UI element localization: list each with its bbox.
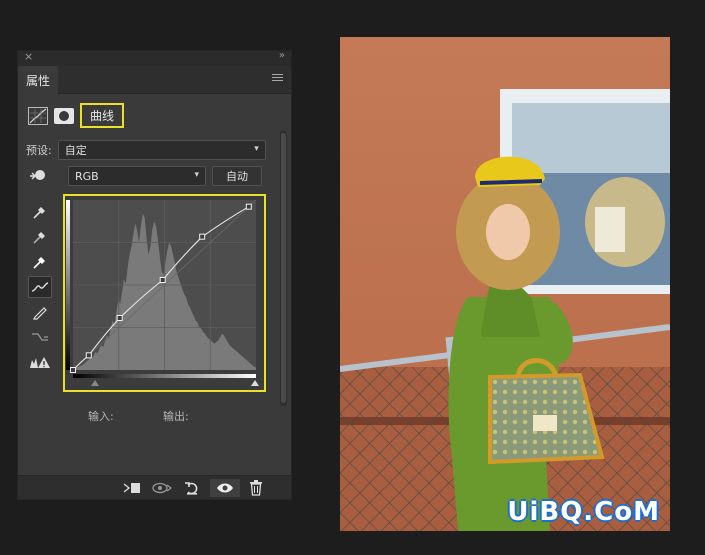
auto-button[interactable]: 自动 [212,166,262,186]
channel-select[interactable]: RGB ▾ [68,166,206,186]
curve-control-point[interactable] [85,352,92,359]
output-label: 输出: [163,410,189,423]
collapse-icon[interactable]: » [279,50,285,61]
curve-tools [28,201,54,376]
chevron-down-icon: ▾ [194,170,199,180]
panel-scrollbar[interactable] [280,131,287,406]
layer-mask-icon[interactable] [54,107,74,124]
preset-row: 预设: 自定 ▾ [26,140,266,160]
clip-to-layer-icon[interactable] [122,479,142,497]
panel-menu-icon[interactable] [272,74,283,83]
preset-label: 预设: [26,144,52,157]
curve-control-point[interactable] [159,277,166,283]
preset-value: 自定 [64,144,87,157]
panel-tabbar: 属性 [18,66,291,94]
pencil-icon[interactable] [28,301,52,323]
reset-icon[interactable] [182,479,202,497]
view-previous-icon[interactable] [152,479,172,497]
input-label: 输入: [88,410,114,423]
clipping-warning-icon[interactable] [28,351,52,373]
curve-control-point[interactable] [245,203,252,210]
curves-adjustment-icon [28,106,48,125]
input-gradient-bar [73,374,256,378]
curve-point-icon[interactable] [28,276,52,298]
output-gradient-bar [66,200,70,370]
watermark-logo: UiBQ.CoM [507,497,660,527]
properties-panel: × » 属性 曲线 预设: 自定 ▾ RGB ▾ 自动 输入: 输出: [17,50,292,500]
preset-select[interactable]: 自定 ▾ [57,140,266,160]
trash-icon[interactable] [246,479,266,497]
curve-control-point[interactable] [70,367,76,373]
panel-titlebar: × » [18,50,291,66]
channel-row: RGB ▾ 自动 [26,166,262,186]
curve-control-point[interactable] [199,233,206,240]
close-icon[interactable]: × [24,50,33,63]
panel-bottom-bar [18,475,291,499]
visibility-eye-icon[interactable] [210,479,240,497]
curve-control-point[interactable] [116,315,123,321]
curves-highlight-box [63,194,266,392]
channel-value: RGB [75,169,99,183]
adjustment-header: 曲线 [28,103,125,128]
curves-graph[interactable] [65,196,264,390]
chevron-down-icon: ▾ [254,144,259,154]
smooth-icon[interactable] [28,326,52,348]
model-photo [340,37,670,531]
eyedropper-gray-icon[interactable] [28,226,52,248]
eyedropper-white-icon[interactable] [28,251,52,273]
tab-properties[interactable]: 属性 [18,66,58,94]
eyedropper-black-icon[interactable] [28,201,52,223]
photo-preview: UiBQ.CoM [340,37,670,531]
adjustment-title: 曲线 [80,103,125,128]
on-image-adjust-icon[interactable] [26,167,48,185]
